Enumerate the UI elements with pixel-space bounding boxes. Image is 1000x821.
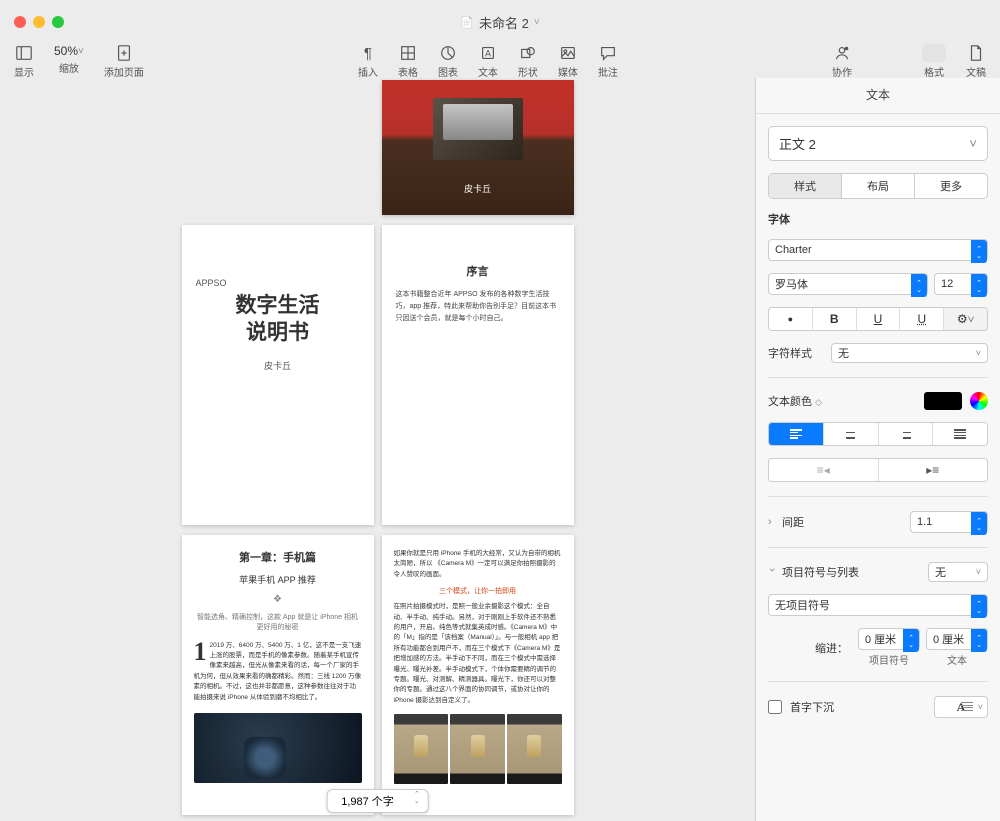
collaborate-button[interactable]: 协作 [832, 44, 852, 79]
document-title[interactable]: 未命名 2 [460, 13, 539, 32]
svg-text:A: A [485, 49, 491, 59]
cover-caption: 皮卡丘 [464, 182, 491, 195]
section-heading: 三个模式，让你一拍即用 [394, 586, 562, 596]
tab-style[interactable]: 样式 [769, 174, 841, 198]
bullet-indent-caption: 项目符号 [858, 652, 920, 667]
body-text: 12019 万、6400 万、5400 万、1 亿，这不是一支飞速上涨的股票，而… [194, 641, 362, 703]
page-5[interactable]: 如果你就是只用 iPhone 手机的大经常，又认为自带的相机太简陋，所以 《Ca… [382, 535, 574, 815]
word-count-popup[interactable]: 1,987 个字 [326, 789, 429, 813]
inspector-tabs[interactable]: 样式 布局 更多 [768, 173, 988, 199]
document-canvas[interactable]: 皮卡丘 APPSO 数字生活说明书 皮卡丘 序言 这本书籍整合近年 APPSO … [0, 78, 755, 821]
lead-text: 智能选角、精确控制，这款 App 就是让 iPhone 相机更好用的秘密 [194, 613, 362, 633]
font-style-buttons: ● B U U ⚙︎˅ [768, 307, 988, 331]
format-button[interactable]: 格式 [922, 44, 946, 79]
chapter-subtitle: 苹果手机 APP 推荐 [194, 573, 362, 586]
font-options-button[interactable]: ⚙︎˅ [943, 308, 987, 330]
screenshot-1 [394, 714, 449, 784]
zoom-window[interactable] [52, 16, 64, 28]
chart-button[interactable]: 图表 [438, 44, 458, 79]
text-color-swatch[interactable] [924, 392, 962, 410]
bullet-indent-field[interactable]: 0 厘米 [858, 628, 920, 650]
color-picker-button[interactable] [970, 392, 988, 410]
bold-button[interactable]: B [812, 308, 856, 330]
spacing-select[interactable]: 1.1 [910, 511, 988, 533]
tab-layout[interactable]: 布局 [841, 174, 914, 198]
media-button[interactable]: 媒体 [558, 44, 578, 79]
close-window[interactable] [14, 16, 26, 28]
font-section-label: 字体 [768, 211, 988, 227]
tab-more[interactable]: 更多 [914, 174, 987, 198]
screenshot-3 [507, 714, 562, 784]
minimize-window[interactable] [33, 16, 45, 28]
product-image [194, 713, 362, 783]
body-text-1: 如果你就是只用 iPhone 手机的大经常，又认为自带的相机太简陋，所以 《Ca… [394, 549, 562, 580]
body-text-2: 在照片拍摄模式时，是照一般业余摄影这个模式：全自动、半手动、纯手动。另然，对于刚… [394, 602, 562, 706]
indent-label: 缩进： [815, 640, 848, 656]
insert-button[interactable]: ¶插入 [358, 44, 378, 79]
spacing-disclosure[interactable]: 间距 [768, 514, 804, 530]
dropcap-checkbox[interactable] [768, 700, 782, 714]
bullets-select[interactable]: 无 [928, 562, 988, 582]
zoom-select[interactable]: 50% 缩放 [54, 44, 84, 79]
text-align-segment [768, 422, 988, 446]
char-style-label: 字符样式 [768, 345, 823, 361]
titlebar: 未命名 2 [0, 0, 1000, 44]
book-title: 数字生活说明书 [196, 292, 360, 347]
shape-button[interactable]: 形状 [518, 44, 538, 79]
ornament: ❖ [194, 594, 362, 605]
view-button[interactable]: 显示 [14, 44, 34, 79]
document-button[interactable]: 文稿 [966, 44, 986, 79]
page-1[interactable]: 皮卡丘 [382, 80, 574, 215]
italic-button[interactable]: U [856, 308, 900, 330]
font-family-select[interactable]: Charter [768, 239, 988, 261]
table-button[interactable]: 表格 [398, 44, 418, 79]
page-4[interactable]: 第一章：手机篇 苹果手机 APP 推荐 ❖ 智能选角、精确控制，这款 App 就… [182, 535, 374, 815]
preface-body: 这本书籍整合近年 APPSO 发布的各种数字生活技巧，app 推荐，特此来帮助你… [396, 289, 560, 325]
text-color-label: 文本颜色 ◇ [768, 393, 822, 409]
preface-title: 序言 [396, 263, 560, 279]
add-page-button[interactable]: 添加页面 [104, 44, 144, 79]
cover-photo [433, 98, 523, 160]
format-inspector: 文本 正文 2˅ 样式 布局 更多 字体 Charter 罗马体 12 ● B … [755, 78, 1000, 821]
outdent-button[interactable]: ≡◂ [769, 459, 878, 481]
dropcap-style-select[interactable] [934, 696, 988, 718]
toolbar: 显示 50% 缩放 添加页面 ¶插入 表格 图表 A文本 形状 媒体 批注 协作… [0, 44, 1000, 78]
screenshot-row [394, 714, 562, 784]
book-author: 皮卡丘 [196, 359, 360, 372]
underline-button[interactable]: U [899, 308, 943, 330]
text-button[interactable]: A文本 [478, 44, 498, 79]
bullets-disclosure[interactable]: 项目符号与列表 [768, 564, 859, 580]
font-smaller-button[interactable]: ● [769, 308, 812, 330]
bullet-style-select[interactable]: 无项目符号 [768, 594, 988, 616]
align-left-button[interactable] [769, 423, 823, 445]
indent-button[interactable]: ▸≡ [878, 459, 988, 481]
text-indent-caption: 文本 [926, 652, 988, 667]
align-right-button[interactable] [878, 423, 933, 445]
page-3[interactable]: 序言 这本书籍整合近年 APPSO 发布的各种数字生活技巧，app 推荐，特此来… [382, 225, 574, 525]
font-typeface-select[interactable]: 罗马体 [768, 273, 928, 295]
paragraph-style-select[interactable]: 正文 2˅ [768, 126, 988, 161]
appso-label: APPSO [196, 278, 360, 288]
indent-segment: ≡◂ ▸≡ [768, 458, 988, 482]
chapter-title: 第一章：手机篇 [194, 549, 362, 565]
align-center-button[interactable] [823, 423, 878, 445]
screenshot-2 [450, 714, 505, 784]
dropcap-label: 首字下沉 [790, 699, 834, 715]
page-2[interactable]: APPSO 数字生活说明书 皮卡丘 [182, 225, 374, 525]
text-indent-field[interactable]: 0 厘米 [926, 628, 988, 650]
font-size-select[interactable]: 12 [934, 273, 988, 295]
window-controls [14, 16, 64, 28]
comment-button[interactable]: 批注 [598, 44, 618, 79]
align-justify-button[interactable] [932, 423, 987, 445]
char-style-select[interactable]: 无 [831, 343, 988, 363]
inspector-title: 文本 [756, 78, 1000, 114]
